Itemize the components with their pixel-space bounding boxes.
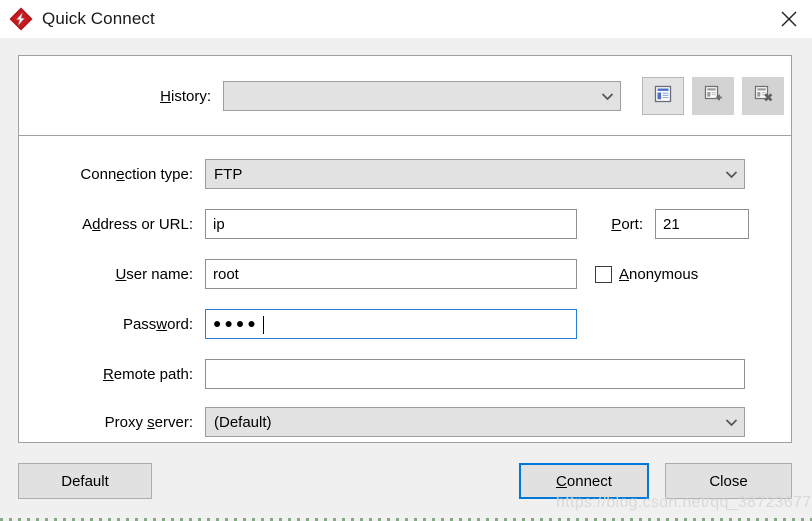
anonymous-checkbox-label: Anonymous: [619, 266, 698, 283]
password-input-value: ●●●●: [213, 315, 259, 331]
address-label: Address or URL:: [19, 216, 205, 233]
port-label: Port:: [577, 216, 655, 233]
connection-type-value: FTP: [214, 165, 243, 183]
proxy-server-label-accel: s: [147, 413, 155, 431]
remote-path-row: Remote path:: [19, 358, 791, 390]
panel-divider: [19, 135, 791, 136]
dialog-body: History: Connection type: FTP Address or…: [0, 38, 812, 521]
remote-path-input[interactable]: [205, 359, 745, 389]
address-input-value: ip: [213, 215, 225, 233]
text-caret: [262, 316, 264, 334]
username-input-value: root: [213, 265, 239, 283]
history-label: History:: [19, 88, 223, 105]
remote-path-label-accel: R: [102, 365, 114, 383]
connection-type-combobox[interactable]: FTP: [205, 159, 745, 189]
address-label-prefix: A: [82, 215, 93, 233]
title-bar: Quick Connect: [0, 0, 812, 39]
filezilla-icon: [8, 6, 34, 32]
port-label-accel: P: [611, 215, 622, 233]
remote-path-label-suffix: emote path:: [113, 365, 193, 383]
address-label-suffix: dress or URL:: [100, 215, 193, 233]
history-list-icon: [653, 84, 673, 108]
default-button[interactable]: Default: [18, 463, 152, 499]
username-input[interactable]: root: [205, 259, 577, 289]
connect-label-accel: C: [556, 472, 567, 490]
password-input[interactable]: ●●●●: [205, 309, 577, 339]
connection-type-label: Connection type:: [19, 166, 205, 183]
connection-type-label-prefix: Conn: [80, 165, 117, 183]
username-label-accel: U: [115, 265, 127, 283]
password-label: Password:: [19, 316, 205, 333]
address-row: Address or URL: ip Port: 21: [19, 208, 791, 240]
remote-path-label: Remote path:: [19, 366, 205, 383]
proxy-server-combobox[interactable]: (Default): [205, 407, 745, 437]
show-history-button[interactable]: [642, 77, 684, 115]
proxy-server-label: Proxy server:: [19, 414, 205, 431]
checkbox-box-icon: [595, 265, 612, 283]
address-input[interactable]: ip: [205, 209, 577, 239]
proxy-server-label-prefix: Proxy: [104, 413, 148, 431]
history-label-accel: H: [160, 87, 171, 105]
anonymous-label-suffix: nonymous: [629, 265, 699, 283]
history-row: History:: [19, 77, 791, 115]
port-input-value: 21: [663, 215, 680, 233]
proxy-server-label-suffix: erver:: [154, 413, 193, 431]
connection-type-label-accel: e: [116, 165, 125, 183]
port-label-suffix: ort:: [621, 215, 643, 233]
connection-type-row: Connection type: FTP: [19, 158, 791, 190]
connection-type-label-suffix: ction type:: [124, 165, 193, 183]
username-label: User name:: [19, 266, 205, 283]
watermark-text: https://blog.csdn.net/qq_38723677: [556, 494, 812, 511]
connection-settings-panel: History: Connection type: FTP Address or…: [18, 55, 792, 443]
password-label-prefix: Pass: [122, 315, 157, 333]
window-title: Quick Connect: [42, 9, 155, 28]
anonymous-label-accel: A: [619, 265, 630, 283]
password-label-accel: w: [156, 315, 168, 333]
add-bookmark-button[interactable]: [692, 77, 734, 115]
history-combobox[interactable]: [223, 81, 621, 111]
port-input[interactable]: 21: [655, 209, 749, 239]
chevron-down-icon: [594, 92, 620, 101]
proxy-server-row: Proxy server: (Default): [19, 406, 791, 438]
list-remove-icon: [753, 84, 773, 108]
chevron-down-icon: [718, 418, 744, 427]
chevron-down-icon: [718, 170, 744, 179]
username-row: User name: root Anonymous: [19, 258, 791, 290]
proxy-server-value: (Default): [214, 413, 272, 431]
history-label-suffix: istory:: [170, 87, 211, 105]
close-icon[interactable]: [766, 0, 812, 38]
password-row: Password: ●●●●: [19, 308, 791, 340]
password-label-suffix: ord:: [167, 315, 193, 333]
remove-bookmark-button[interactable]: [742, 77, 784, 115]
connect-label-suffix: onnect: [566, 472, 612, 490]
username-label-suffix: ser name:: [126, 265, 193, 283]
list-add-icon: [703, 84, 723, 108]
anonymous-checkbox[interactable]: Anonymous: [595, 265, 698, 283]
